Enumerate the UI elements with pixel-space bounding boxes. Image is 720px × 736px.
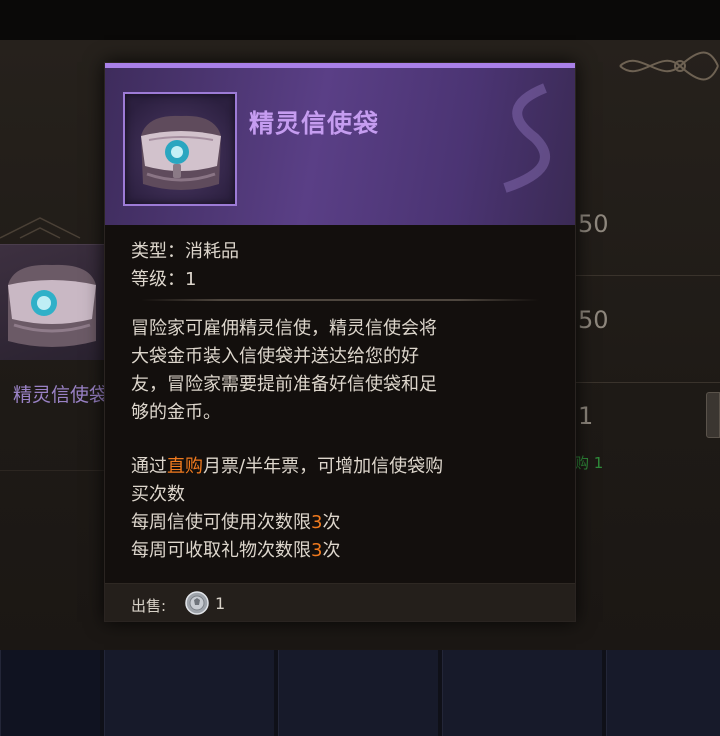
- weekly-receive-count: 3: [311, 540, 323, 561]
- bottom-slot[interactable]: [278, 650, 438, 736]
- weekly-use-count: 3: [311, 512, 323, 533]
- row-divider: [574, 275, 720, 276]
- tooltip-footer: 出售: 1: [105, 583, 575, 621]
- weekly-receive-prefix: 每周可收取礼物次数限: [131, 540, 311, 561]
- item-icon-frame: [123, 92, 237, 206]
- row-value: 50: [578, 210, 609, 238]
- description-line: 友，冒险家需要提前准备好信使袋和足: [131, 374, 437, 395]
- description-line: 够的金币。: [131, 402, 221, 423]
- weekly-receive-limit: 每周可收取礼物次数限3次: [131, 537, 561, 565]
- purchase-note-prefix: 通过: [131, 456, 167, 477]
- tooltip-header: 精灵信使袋: [105, 63, 575, 225]
- item-level: 等级：1: [131, 269, 197, 290]
- messenger-bag-icon: [8, 264, 96, 347]
- item-description: 冒险家可雇佣精灵信使，精灵信使会将 大袋金币装入信使袋并送达给您的好 友，冒险家…: [131, 315, 561, 427]
- sell-label: 出售:: [131, 597, 167, 615]
- left-ornament-icon: [0, 217, 81, 239]
- direct-purchase-link[interactable]: 直购: [167, 456, 203, 477]
- item-slot-name: 精灵信使袋: [12, 384, 108, 406]
- purchase-note-line: 通过直购月票/半年票，可增加信使袋购: [131, 453, 561, 481]
- bottom-slot[interactable]: [104, 650, 274, 736]
- left-divider: [0, 470, 104, 471]
- weekly-receive-suffix: 次: [322, 540, 341, 561]
- item-type: 类型：消耗品: [131, 241, 239, 262]
- purchase-note-line: 买次数: [131, 484, 185, 505]
- purchase-note-suffix: 月票/半年票，可增加信使袋购: [203, 456, 444, 477]
- weekly-use-prefix: 每周信使可使用次数限: [131, 512, 311, 533]
- row-divider: [574, 382, 720, 383]
- sell-value: 1: [215, 594, 226, 613]
- section-divider: [141, 299, 539, 301]
- side-tab-button[interactable]: [706, 392, 720, 438]
- messenger-bag-icon: [141, 115, 221, 190]
- corner-ornament-icon: [619, 51, 719, 81]
- header-swirl-icon: [503, 83, 550, 193]
- weekly-use-limit: 每周信使可使用次数限3次: [131, 509, 561, 537]
- purchase-note: 通过直购月票/半年票，可增加信使袋购 买次数 每周信使可使用次数限3次 每周可收…: [131, 453, 561, 565]
- item-tooltip: 精灵信使袋 类型：消耗品 等级：1 冒险家可雇佣精灵信使，精灵信使会将 大袋金币…: [104, 62, 576, 622]
- item-slot-messenger-bag[interactable]: [0, 244, 104, 360]
- description-line: 冒险家可雇佣精灵信使，精灵信使会将: [131, 318, 437, 339]
- buy-count-label: 购 1: [574, 454, 604, 472]
- row-value: 1: [578, 402, 594, 430]
- item-title: 精灵信使袋: [249, 109, 380, 138]
- weekly-use-suffix: 次: [322, 512, 341, 533]
- top-bar: [0, 0, 720, 40]
- bottom-slot[interactable]: [0, 650, 100, 736]
- bottom-slot[interactable]: [606, 650, 720, 736]
- silver-coin-icon: [185, 591, 209, 615]
- row-value: 50: [578, 306, 609, 334]
- bottom-item-strip: [0, 650, 720, 736]
- description-line: 大袋金币装入信使袋并送达给您的好: [131, 346, 419, 367]
- bottom-slot[interactable]: [442, 650, 602, 736]
